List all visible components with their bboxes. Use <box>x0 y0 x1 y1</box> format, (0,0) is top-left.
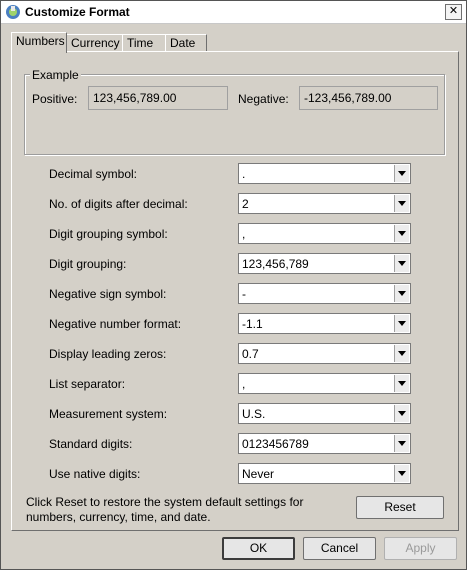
dropdown-button[interactable] <box>394 465 409 482</box>
dropdown-button[interactable] <box>394 195 409 212</box>
chevron-down-icon <box>398 351 406 356</box>
reset-hint-text: Click Reset to restore the system defaul… <box>26 495 304 524</box>
tab-numbers[interactable]: Numbers <box>11 32 67 53</box>
decimal-symbol-label: Decimal symbol: <box>49 167 138 181</box>
title-bar: Customize Format ✕ <box>1 1 466 24</box>
negative-example-field: -123,456,789.00 <box>299 86 438 110</box>
digits-after-decimal-select[interactable]: 2 <box>238 193 411 214</box>
dropdown-button[interactable] <box>394 315 409 332</box>
chevron-down-icon <box>398 471 406 476</box>
cancel-button[interactable]: Cancel <box>303 537 376 560</box>
digit-grouping-select[interactable]: 123,456,789 <box>238 253 411 274</box>
digits-after-decimal-label: No. of digits after decimal: <box>49 197 188 211</box>
tab-currency[interactable]: Currency <box>66 34 123 52</box>
chevron-down-icon <box>398 411 406 416</box>
digit-grouping-label: Digit grouping: <box>49 257 127 271</box>
chevron-down-icon <box>398 381 406 386</box>
negative-sign-symbol-select[interactable]: - <box>238 283 411 304</box>
tab-time[interactable]: Time <box>122 34 166 52</box>
example-group-label: Example <box>30 68 81 82</box>
chevron-down-icon <box>398 321 406 326</box>
dropdown-button[interactable] <box>394 225 409 242</box>
negative-label: Negative: <box>238 92 289 106</box>
chevron-down-icon <box>398 291 406 296</box>
close-icon: ✕ <box>448 5 459 17</box>
negative-number-format-label: Negative number format: <box>49 317 182 331</box>
chevron-down-icon <box>398 261 406 266</box>
measurement-system-select[interactable]: U.S. <box>238 403 411 424</box>
positive-label: Positive: <box>32 92 78 106</box>
control-panel-icon <box>5 4 21 20</box>
reset-button[interactable]: Reset <box>356 496 444 519</box>
standard-digits-label: Standard digits: <box>49 437 133 451</box>
measurement-system-label: Measurement system: <box>49 407 168 421</box>
close-button[interactable]: ✕ <box>445 4 462 20</box>
ok-button[interactable]: OK <box>222 537 295 560</box>
dropdown-button[interactable] <box>394 255 409 272</box>
native-digits-select[interactable]: Never <box>238 463 411 484</box>
chevron-down-icon <box>398 171 406 176</box>
apply-button[interactable]: Apply <box>384 537 457 560</box>
standard-digits-select[interactable]: 0123456789 <box>238 433 411 454</box>
chevron-down-icon <box>398 201 406 206</box>
decimal-symbol-select[interactable]: . <box>238 163 411 184</box>
leading-zeros-label: Display leading zeros: <box>49 347 167 361</box>
dropdown-button[interactable] <box>394 345 409 362</box>
chevron-down-icon <box>398 231 406 236</box>
dropdown-button[interactable] <box>394 165 409 182</box>
window-title: Customize Format <box>25 5 130 19</box>
list-separator-label: List separator: <box>49 377 126 391</box>
positive-example-field: 123,456,789.00 <box>88 86 228 110</box>
negative-sign-symbol-label: Negative sign symbol: <box>49 287 167 301</box>
digit-grouping-symbol-label: Digit grouping symbol: <box>49 227 168 241</box>
dropdown-button[interactable] <box>394 435 409 452</box>
dropdown-button[interactable] <box>394 405 409 422</box>
chevron-down-icon <box>398 441 406 446</box>
tab-date[interactable]: Date <box>165 34 207 52</box>
customize-format-dialog: Customize Format ✕ Numbers Currency Time… <box>0 0 467 570</box>
negative-number-format-select[interactable]: -1.1 <box>238 313 411 334</box>
list-separator-select[interactable]: , <box>238 373 411 394</box>
native-digits-label: Use native digits: <box>49 467 141 481</box>
dropdown-button[interactable] <box>394 375 409 392</box>
dropdown-button[interactable] <box>394 285 409 302</box>
leading-zeros-select[interactable]: 0.7 <box>238 343 411 364</box>
digit-grouping-symbol-select[interactable]: , <box>238 223 411 244</box>
